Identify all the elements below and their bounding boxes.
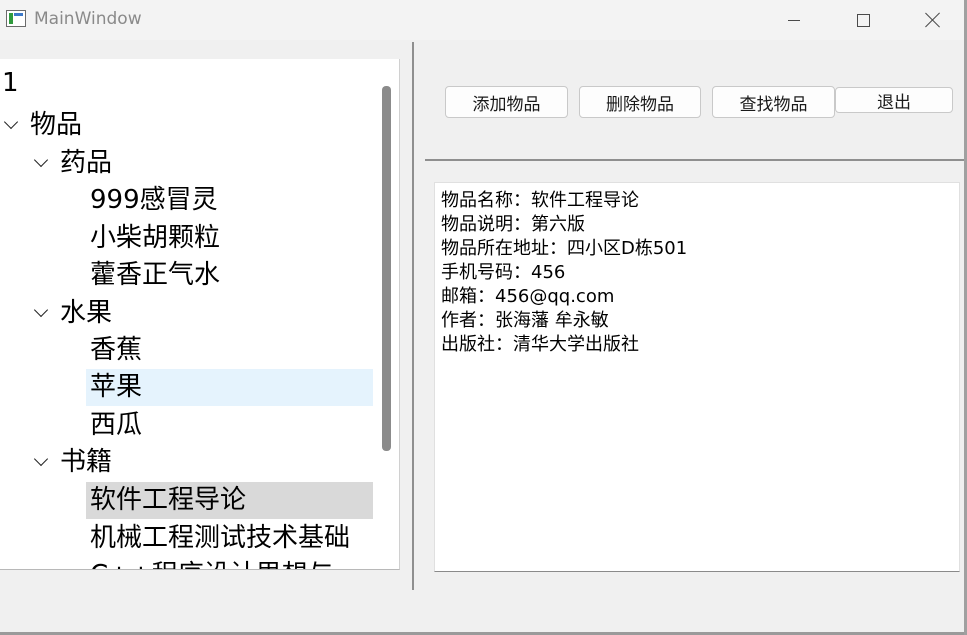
tree-item-medicine-1[interactable]: 999感冒灵 <box>86 182 372 219</box>
main-window: MainWindow 1 物品 药品 999感冒灵 小柴胡颗粒 藿香正气水 水果… <box>0 0 967 635</box>
minimize-button[interactable] <box>771 0 817 40</box>
tree-item-books-3[interactable]: C++程序设计思想与 <box>86 557 372 569</box>
close-icon <box>925 12 941 28</box>
tree-item-label: 水果 <box>60 298 113 328</box>
detail-line-phone: 手机号码：456 <box>441 262 566 283</box>
tree-item-label: 西瓜 <box>90 410 143 440</box>
tree-item-fruit[interactable]: 水果 <box>0 295 370 332</box>
tree-item-label: 软件工程导论 <box>90 485 247 515</box>
exit-button[interactable]: 退出 <box>835 87 953 113</box>
tree-item-books-2[interactable]: 机械工程测试技术基础 <box>86 520 372 557</box>
status-bar <box>0 593 967 635</box>
maximize-icon <box>856 13 870 27</box>
add-item-button[interactable]: 添加物品 <box>445 86 568 118</box>
detail-line-email: 邮箱：456@qq.com <box>441 286 615 307</box>
tree-item-label: 999感冒灵 <box>90 185 218 215</box>
tree-scrollbar[interactable] <box>373 59 399 569</box>
tree-item-books-1[interactable]: 软件工程导论 <box>86 482 373 519</box>
close-button[interactable] <box>910 0 956 40</box>
title-bar[interactable]: MainWindow <box>0 0 967 40</box>
detail-line-address: 物品所在地址：四小区D栋501 <box>441 238 688 259</box>
tree-item-medicine[interactable]: 药品 <box>0 145 370 182</box>
detail-line-author: 作者：张海藩 牟永敏 <box>441 310 609 331</box>
detail-line-publisher: 出版社：清华大学出版社 <box>441 334 639 355</box>
tree-item-label: 1 <box>2 68 19 98</box>
tree-item-label: 机械工程测试技术基础 <box>90 523 351 553</box>
chevron-down-icon[interactable] <box>3 114 19 130</box>
delete-item-button[interactable]: 删除物品 <box>579 86 701 118</box>
tree-item-fruit-3[interactable]: 西瓜 <box>86 407 372 444</box>
tree-item-medicine-3[interactable]: 藿香正气水 <box>86 257 372 294</box>
maximize-button[interactable] <box>840 0 886 40</box>
app-icon <box>6 10 26 27</box>
item-tree-view[interactable]: 1 物品 药品 999感冒灵 小柴胡颗粒 藿香正气水 水果 香蕉 苹果 西瓜 书… <box>0 59 400 570</box>
tree-item-items[interactable]: 物品 <box>0 107 370 144</box>
tree-item-fruit-1[interactable]: 香蕉 <box>86 332 372 369</box>
tree-item-label: 物品 <box>30 110 83 140</box>
tree-item-label: 香蕉 <box>90 335 143 365</box>
tree-item-fruit-2[interactable]: 苹果 <box>86 369 373 406</box>
detail-line-description: 物品说明：第六版 <box>441 214 585 235</box>
find-item-button[interactable]: 查找物品 <box>712 86 835 118</box>
detail-line-name: 物品名称：软件工程导论 <box>441 190 639 211</box>
scrollbar-thumb[interactable] <box>382 86 391 451</box>
chevron-down-icon[interactable] <box>33 451 49 467</box>
splitter-handle[interactable] <box>412 42 414 590</box>
tree-item-label: 小柴胡颗粒 <box>90 223 221 253</box>
chevron-down-icon[interactable] <box>33 152 49 168</box>
divider <box>425 159 967 161</box>
tree-item-medicine-2[interactable]: 小柴胡颗粒 <box>86 220 372 257</box>
chevron-down-icon[interactable] <box>33 302 49 318</box>
tree-item-label: 药品 <box>60 148 113 178</box>
tree-item-label: C++程序设计思想与 <box>90 557 334 569</box>
tree-item-books[interactable]: 书籍 <box>0 444 370 481</box>
item-details-textbox[interactable]: 物品名称：软件工程导论 物品说明：第六版 物品所在地址：四小区D栋501 手机号… <box>434 182 960 572</box>
tree-item-label: 书籍 <box>60 447 113 477</box>
tree-item-root[interactable]: 1 <box>2 65 19 102</box>
tree-item-label: 藿香正气水 <box>90 260 221 290</box>
window-title: MainWindow <box>34 9 142 29</box>
minimize-icon <box>788 19 800 21</box>
tree-item-label: 苹果 <box>90 372 143 402</box>
